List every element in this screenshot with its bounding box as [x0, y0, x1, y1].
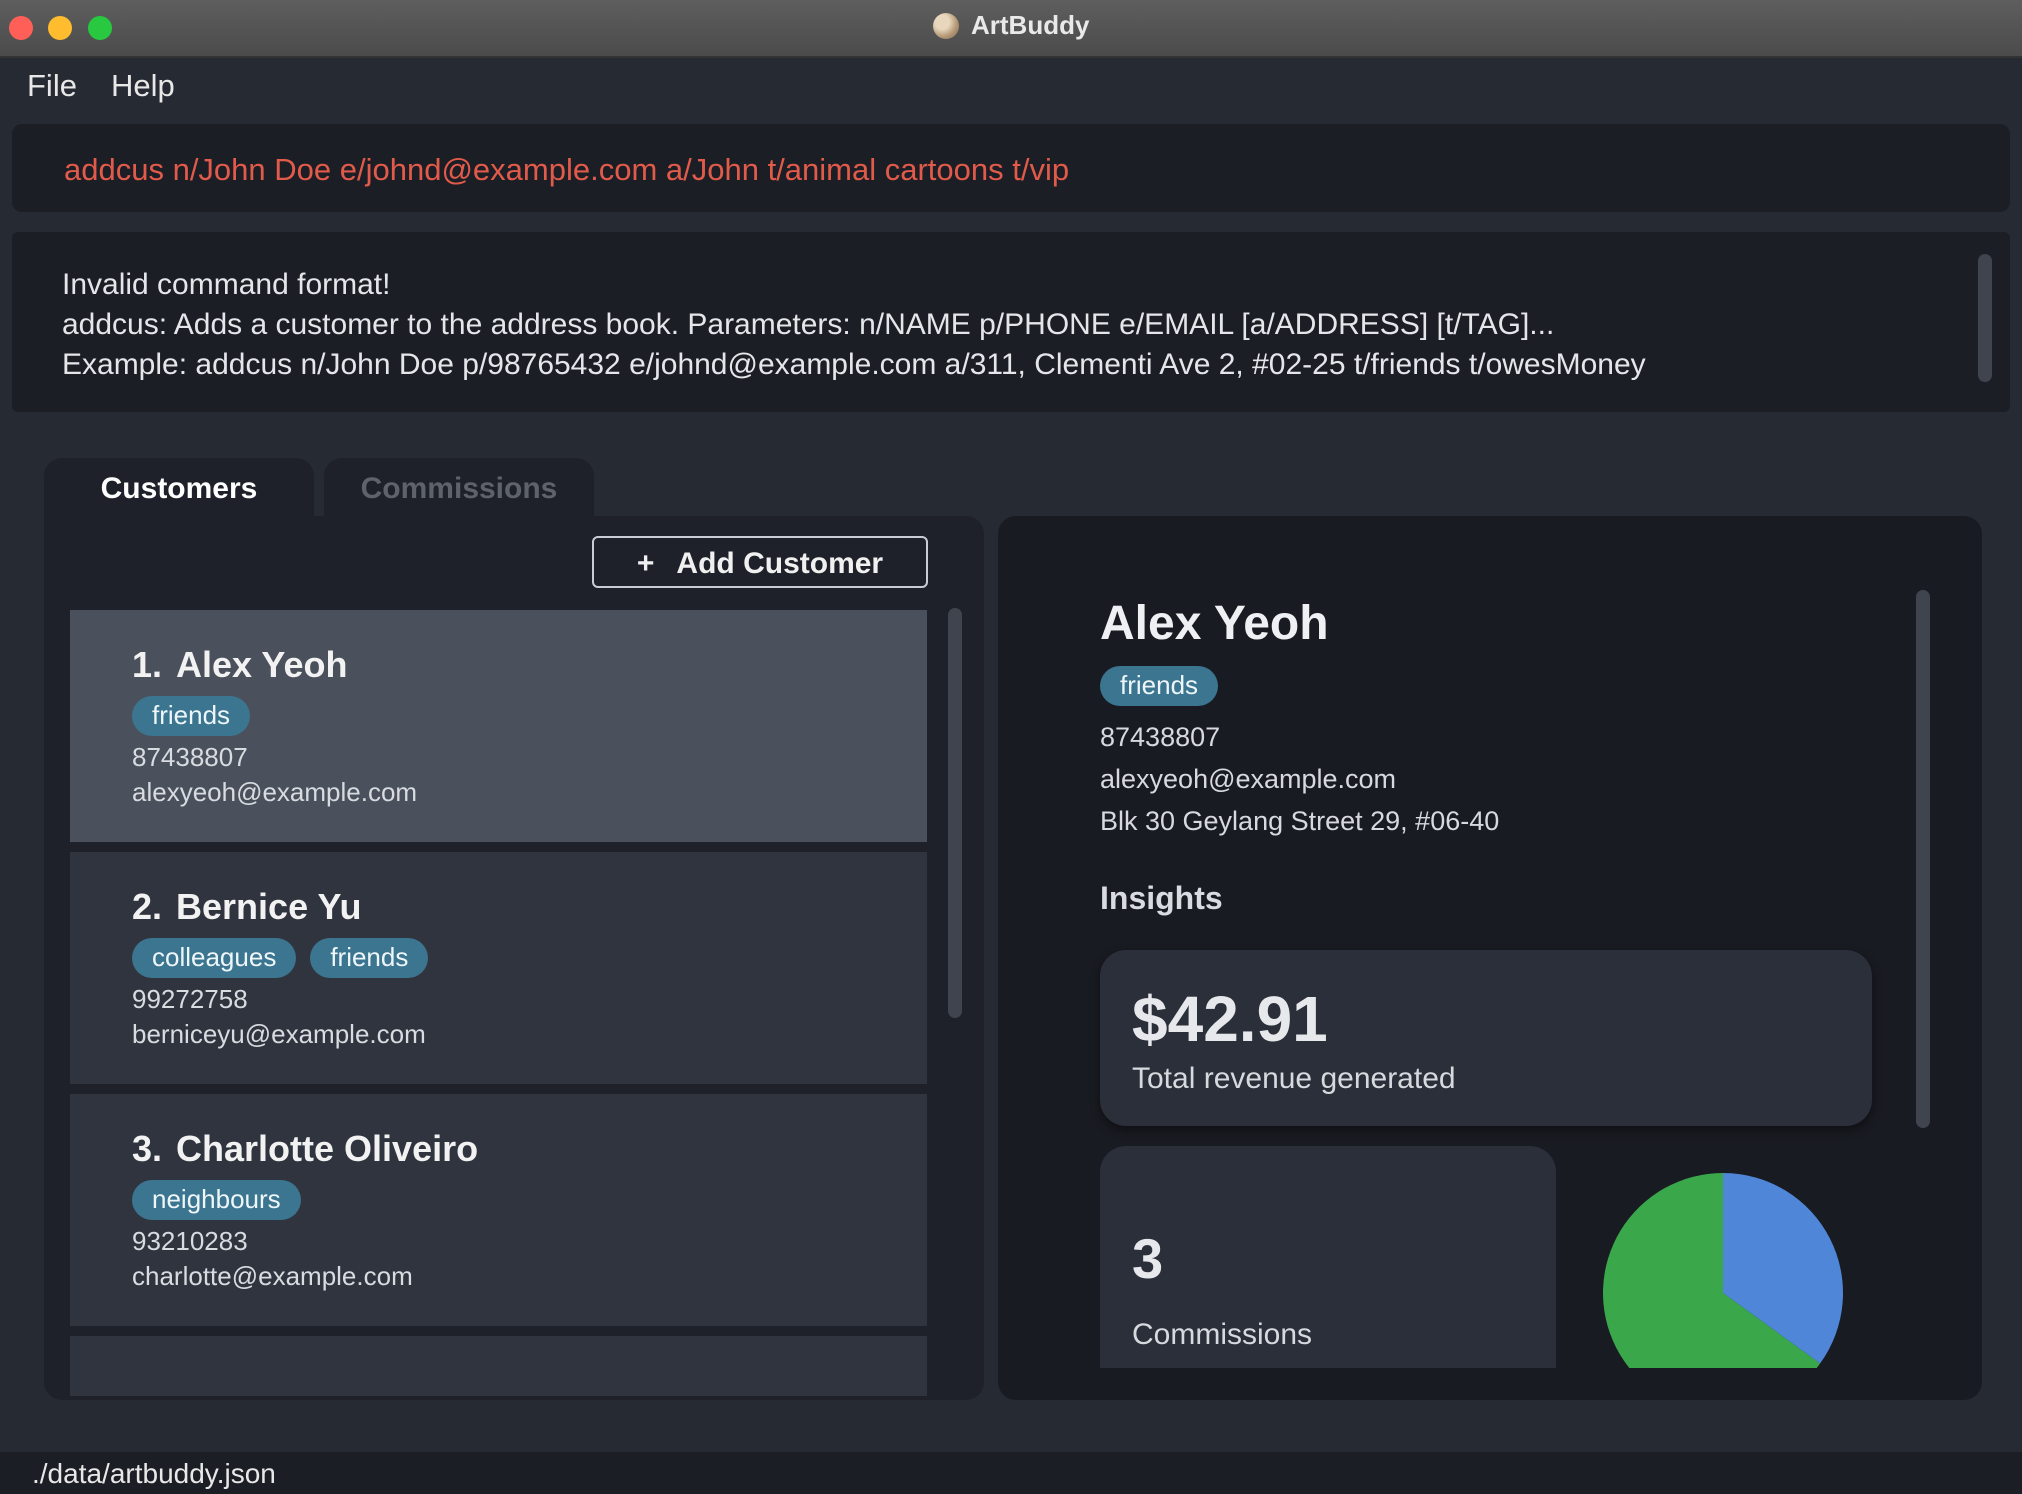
detail-scrollbar[interactable] [1916, 590, 1930, 1128]
customer-name-row: 1. Alex Yeoh [132, 644, 347, 686]
customer-index: 2. [132, 886, 163, 927]
insights-heading: Insights [1100, 880, 1223, 916]
customer-card[interactable] [70, 1336, 927, 1396]
palette-icon [932, 12, 959, 39]
result-scrollbar[interactable] [1978, 254, 1992, 382]
detail-phone: 87438807 [1100, 722, 1221, 752]
commission-pie-chart [1603, 1173, 1843, 1368]
tag: friends [1100, 666, 1219, 706]
customer-name: Alex Yeoh [176, 644, 348, 685]
tag-list: friends [132, 696, 251, 736]
tag: neighbours [132, 1180, 301, 1220]
customer-list-scrollbar[interactable] [948, 608, 962, 1018]
customer-phone: 93210283 [132, 1226, 248, 1256]
tag-list: colleagues friends [132, 938, 429, 978]
insights-scroll-area: 3 Commissions [998, 1146, 1982, 1368]
revenue-card: $42.91 Total revenue generated [1100, 950, 1872, 1126]
commissions-value: 3 [1132, 1227, 1164, 1290]
add-customer-button[interactable]: + Add Customer [592, 536, 928, 588]
customer-email: charlotte@example.com [132, 1261, 413, 1291]
tag: friends [132, 696, 251, 736]
tab-customers[interactable]: Customers [44, 458, 314, 518]
tag: colleagues [132, 938, 297, 978]
detail-email: alexyeoh@example.com [1100, 764, 1397, 794]
customer-detail-panel: Alex Yeoh friends 87438807 alexyeoh@exam… [998, 516, 1982, 1400]
customer-phone: 87438807 [132, 742, 248, 772]
menu-bar: File Help [0, 58, 2022, 114]
result-line: addcus: Adds a customer to the address b… [62, 308, 1555, 341]
customer-email: berniceyu@example.com [132, 1019, 426, 1049]
result-line: Invalid command format! [62, 268, 391, 301]
detail-tag-list: friends [1100, 666, 1219, 706]
customer-list-panel: + Add Customer 1. Alex Yeoh friends 874388… [44, 516, 984, 1400]
customer-index: 3. [132, 1128, 163, 1169]
revenue-value: $42.91 [1132, 983, 1328, 1055]
add-customer-label: Add Customer [676, 547, 884, 580]
plus-icon: + [636, 547, 655, 580]
menu-help[interactable]: Help [111, 68, 175, 104]
menu-file[interactable]: File [27, 68, 77, 104]
customer-name-row: 3. Charlotte Oliveiro [132, 1128, 478, 1170]
customer-card[interactable]: 2. Bernice Yu colleagues friends 99272758… [70, 852, 927, 1084]
customer-name: Bernice Yu [176, 886, 362, 927]
command-input[interactable] [62, 148, 1966, 192]
commissions-card: 3 Commissions [1100, 1146, 1556, 1368]
customer-phone: 99272758 [132, 984, 248, 1014]
customer-card[interactable]: 3. Charlotte Oliveiro neighbours 93210283… [70, 1094, 927, 1326]
tag: friends [310, 938, 429, 978]
customer-name: Charlotte Oliveiro [176, 1128, 479, 1169]
revenue-label: Total revenue generated [1132, 1062, 1456, 1095]
customer-index: 1. [132, 644, 163, 685]
title-bar: ArtBuddy [0, 0, 2022, 58]
result-display: Invalid command format! addcus: Adds a c… [12, 232, 2010, 412]
status-bar: ./data/artbuddy.json [0, 1452, 2022, 1494]
data-file-path: ./data/artbuddy.json [32, 1458, 276, 1489]
customer-email: alexyeoh@example.com [132, 777, 418, 807]
tag-list: neighbours [132, 1180, 301, 1220]
customer-name-row: 2. Bernice Yu [132, 886, 361, 928]
tab-commissions[interactable]: Commissions [324, 458, 594, 518]
command-box [12, 124, 2010, 212]
commissions-label: Commissions [1132, 1318, 1313, 1351]
customer-card[interactable]: 1. Alex Yeoh friends 87438807 alexyeoh@ex… [70, 610, 927, 842]
window-title: ArtBuddy [971, 10, 1090, 40]
detail-address: Blk 30 Geylang Street 29, #06-40 [1100, 806, 1500, 836]
detail-name: Alex Yeoh [1100, 597, 1329, 650]
result-line: Example: addcus n/John Doe p/98765432 e/… [62, 348, 1646, 381]
